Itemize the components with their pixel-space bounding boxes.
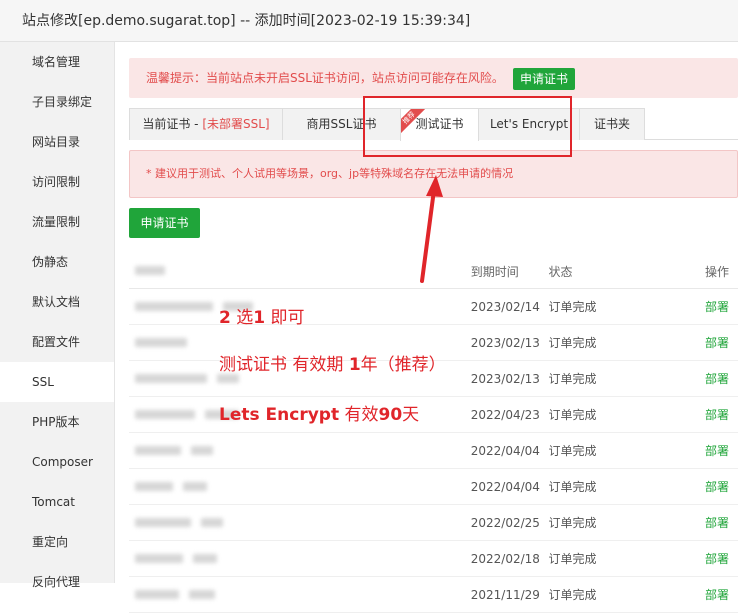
expire-cell: 2022/02/18 <box>469 540 548 577</box>
col-domain-header <box>129 254 470 289</box>
annotation-line-3: Lets Encrypt 有效90天 <box>219 400 419 425</box>
domain-cell <box>129 540 470 577</box>
status-cell: 订单完成 <box>547 432 704 469</box>
blurred-domain <box>135 553 183 563</box>
status-cell: 订单完成 <box>547 288 704 325</box>
expire-cell: 2022/04/04 <box>469 432 548 469</box>
col-status-header: 状态 <box>547 254 704 289</box>
deploy-link[interactable]: 部署 <box>703 288 738 325</box>
deploy-link[interactable]: 部署 <box>703 576 738 613</box>
expire-cell: 2023/02/13 <box>469 324 548 361</box>
domain-cell <box>129 468 470 505</box>
blurred-domain <box>135 517 191 527</box>
tab-cert-folder[interactable]: 证书夹 <box>579 108 645 140</box>
table-row: 2022/02/25 订单完成 部署 <box>129 504 738 541</box>
blurred-domain <box>182 481 207 491</box>
sidebar-item[interactable]: 伪静态 <box>0 242 114 282</box>
tab-cert-folder-label: 证书夹 <box>593 117 630 131</box>
highlight-box <box>363 96 572 157</box>
sidebar-item[interactable]: 子目录绑定 <box>0 82 114 122</box>
blurred-domain <box>135 445 181 455</box>
deploy-link[interactable]: 部署 <box>703 540 738 577</box>
sidebar-item[interactable]: 默认文档 <box>0 282 114 322</box>
deploy-link[interactable]: 部署 <box>703 432 738 469</box>
expire-cell: 2023/02/14 <box>469 288 548 325</box>
blurred-domain <box>135 481 173 491</box>
sidebar-item[interactable]: 流量限制 <box>0 202 114 242</box>
annotation-text: 选 <box>230 308 254 328</box>
blurred-domain <box>200 517 223 527</box>
table-header-row: 到期时间 状态 操作 <box>129 254 738 289</box>
domain-cell <box>129 576 470 613</box>
blurred-header-text <box>135 266 165 275</box>
table-row: 2022/04/04 订单完成 部署 <box>129 432 738 469</box>
sidebar-item[interactable]: 网站目录 <box>0 122 114 162</box>
annotation-line-2: 测试证书 有效期 1年（推荐） <box>219 350 446 375</box>
annotation-text: 年（推荐） <box>360 355 446 375</box>
expire-cell: 2022/04/23 <box>469 396 548 433</box>
tab-current-cert[interactable]: 当前证书 - [未部署SSL] <box>129 108 283 140</box>
sidebar-item[interactable]: Tomcat <box>0 482 114 522</box>
apply-cert-button[interactable]: 申请证书 <box>129 208 200 238</box>
tab-current-cert-label: 当前证书 - <box>142 117 203 131</box>
sidebar-item[interactable]: 域名管理 <box>0 42 114 82</box>
annotation-number: 1 <box>348 355 361 375</box>
blurred-domain <box>135 301 213 311</box>
sidebar: 域名管理 子目录绑定 网站目录 访问限制 流量限制 伪静态 默认文档 配置文件 SSL PHP版本… <box>0 42 115 589</box>
sidebar-item[interactable]: 重定向 <box>0 522 114 562</box>
annotation-number: 90 <box>378 405 403 425</box>
table-row: 2022/04/04 订单完成 部署 <box>129 468 738 505</box>
sidebar-item[interactable]: 反向代理 <box>0 562 114 602</box>
domain-cell <box>129 504 470 541</box>
expire-cell: 2021/11/29 <box>469 576 548 613</box>
ssl-warning-text: 温馨提示：当前站点未开启SSL证书访问，站点访问可能存在风险。 <box>146 71 504 85</box>
expire-cell: 2023/02/13 <box>469 360 548 397</box>
annotation-text: 有效 <box>339 405 379 425</box>
sidebar-item[interactable]: 访问限制 <box>0 162 114 202</box>
annotation-line-1: 2 选1 即可 <box>219 303 305 328</box>
deploy-link[interactable]: 部署 <box>703 468 738 505</box>
sidebar-item[interactable]: Composer <box>0 442 114 482</box>
expire-cell: 2022/02/25 <box>469 504 548 541</box>
deploy-link[interactable]: 部署 <box>703 324 738 361</box>
expire-cell: 2022/04/04 <box>469 468 548 505</box>
status-cell: 订单完成 <box>547 540 704 577</box>
test-cert-note: * 建议用于测试、个人试用等场景，org、jp等特殊域名存在无法申请的情况 <box>129 150 738 198</box>
status-cell: 订单完成 <box>547 576 704 613</box>
sidebar-item[interactable]: PHP版本 <box>0 402 114 442</box>
blurred-domain <box>135 589 179 599</box>
annotation-text: 测试证书 有效期 <box>219 355 349 375</box>
sidebar-item[interactable]: 配置文件 <box>0 322 114 362</box>
col-action-header: 操作 <box>703 254 738 289</box>
status-cell: 订单完成 <box>547 504 704 541</box>
domain-cell <box>129 432 470 469</box>
table-row: 2022/02/18 订单完成 部署 <box>129 540 738 577</box>
status-cell: 订单完成 <box>547 396 704 433</box>
deploy-link[interactable]: 部署 <box>703 360 738 397</box>
status-cell: 订单完成 <box>547 468 704 505</box>
deploy-link[interactable]: 部署 <box>703 504 738 541</box>
blurred-domain <box>190 445 213 455</box>
blurred-domain <box>135 409 195 419</box>
annotation-number: 2 <box>219 308 231 328</box>
annotation-number: 1 <box>253 308 266 328</box>
status-cell: 订单完成 <box>547 360 704 397</box>
deploy-link[interactable]: 部署 <box>703 396 738 433</box>
table-row: 2021/11/29 订单完成 部署 <box>129 576 738 613</box>
blurred-domain <box>135 337 187 347</box>
annotation-text: 天 <box>402 405 420 425</box>
col-expire-header: 到期时间 <box>469 254 548 289</box>
apply-cert-button-top[interactable]: 申请证书 <box>512 67 575 90</box>
blurred-domain <box>192 553 217 563</box>
sidebar-item[interactable]: SSL <box>0 362 114 402</box>
window-title: 站点修改[ep.demo.sugarat.top] -- 添加时间[2023-0… <box>0 0 738 42</box>
annotation-text: 即可 <box>265 308 305 328</box>
tab-current-cert-status: [未部署SSL] <box>202 117 270 131</box>
blurred-domain <box>135 373 207 383</box>
annotation-text: Lets Encrypt <box>219 405 340 425</box>
status-cell: 订单完成 <box>547 324 704 361</box>
ssl-warning-banner: 温馨提示：当前站点未开启SSL证书访问，站点访问可能存在风险。 申请证书 <box>129 58 738 98</box>
blurred-domain <box>188 589 215 599</box>
